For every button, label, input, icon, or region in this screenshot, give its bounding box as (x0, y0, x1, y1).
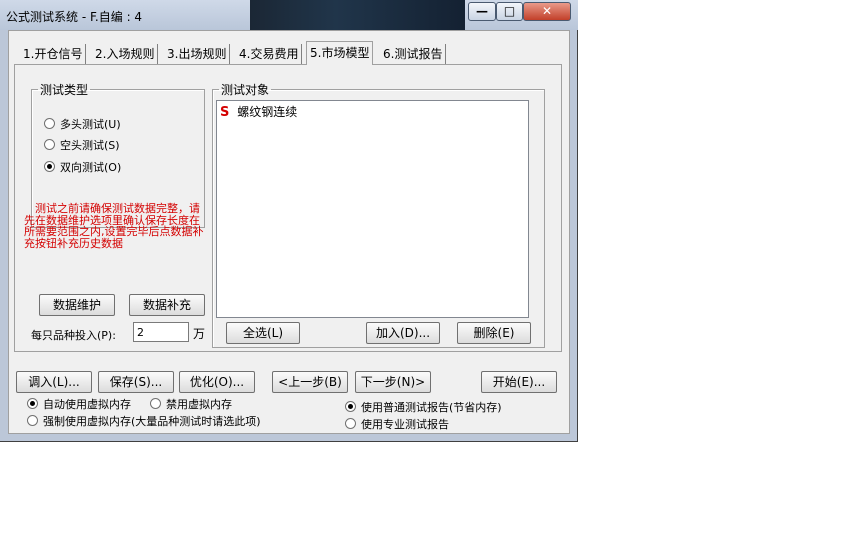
radio-both-test[interactable]: 双向测试(O) (44, 159, 121, 177)
radio-disable-virtual-memory-label: 禁用虚拟内存 (166, 398, 232, 411)
radio-pro-report-label: 使用专业测试报告 (361, 418, 449, 431)
radio-auto-virtual-memory-indicator[interactable] (27, 398, 38, 409)
radio-both-test-indicator[interactable] (44, 161, 55, 172)
list-item-name: 螺纹钢连续 (237, 105, 298, 119)
data-warning-text: 测试之前请确保测试数据完整，请先在数据维护选项里确认保存长度在所需要范围之内,设… (24, 202, 204, 250)
minimize-icon: — (476, 4, 488, 18)
test-type-legend: 测试类型 (40, 83, 89, 97)
radio-short-test[interactable]: 空头测试(S) (44, 137, 120, 155)
radio-normal-report-label: 使用普通测试报告(节省内存) (361, 401, 502, 414)
test-objects-legend: 测试对象 (221, 83, 270, 97)
radio-normal-report[interactable]: 使用普通测试报告(节省内存) (345, 399, 502, 417)
radio-disable-virtual-memory-indicator[interactable] (150, 398, 161, 409)
minimize-button[interactable]: — (468, 2, 496, 21)
investment-input[interactable] (133, 322, 189, 342)
radio-auto-virtual-memory-label: 自动使用虚拟内存 (43, 398, 131, 411)
test-objects-list[interactable]: S 螺纹钢连续 (216, 100, 529, 318)
select-all-button[interactable]: 全选(L) (226, 322, 300, 344)
tab-entry-rules[interactable]: 2.入场规则 (92, 44, 159, 64)
tab-exit-rules[interactable]: 3.出场规则 (164, 44, 231, 64)
background-strip (250, 0, 465, 30)
radio-force-virtual-memory-label: 强制使用虚拟内存(大量品种测试时请选此项) (43, 415, 261, 428)
window-title: 公式测试系统 - F.自编 : 4 (6, 10, 143, 24)
radio-disable-virtual-memory[interactable]: 禁用虚拟内存 (150, 396, 232, 414)
radio-auto-virtual-memory[interactable]: 自动使用虚拟内存 (27, 396, 131, 414)
investment-unit: 万 (193, 327, 206, 341)
delete-button[interactable]: 删除(E) (457, 322, 531, 344)
radio-both-test-label: 双向测试(O) (60, 161, 122, 174)
data-maintain-button[interactable]: 数据维护 (39, 294, 115, 316)
radio-long-test-indicator[interactable] (44, 118, 55, 129)
tab-entry-signal[interactable]: 1.开仓信号 (20, 44, 87, 64)
prev-step-button[interactable]: <上一步(B) (272, 371, 348, 393)
stock-type-mark: S (220, 105, 230, 120)
add-button[interactable]: 加入(D)... (366, 322, 440, 344)
radio-pro-report-indicator[interactable] (345, 418, 356, 429)
investment-label: 每只品种投入(P): (31, 329, 116, 342)
start-button[interactable]: 开始(E)... (481, 371, 557, 393)
radio-pro-report[interactable]: 使用专业测试报告 (345, 416, 449, 434)
title-bar[interactable]: 公式测试系统 - F.自编 : 4 — □ ✕ (0, 0, 578, 30)
load-button[interactable]: 调入(L)... (16, 371, 92, 393)
maximize-button[interactable]: □ (496, 2, 523, 21)
close-icon: ✕ (541, 4, 553, 18)
test-system-window: 公式测试系统 - F.自编 : 4 — □ ✕ 1.开仓信号 2.入场规则 3.… (0, 0, 578, 442)
radio-force-virtual-memory[interactable]: 强制使用虚拟内存(大量品种测试时请选此项) (27, 413, 261, 431)
radio-normal-report-indicator[interactable] (345, 401, 356, 412)
radio-short-test-label: 空头测试(S) (60, 139, 120, 152)
radio-long-test-label: 多头测试(U) (60, 118, 121, 131)
next-step-button[interactable]: 下一步(N)> (355, 371, 431, 393)
save-button[interactable]: 保存(S)... (98, 371, 174, 393)
radio-force-virtual-memory-indicator[interactable] (27, 415, 38, 426)
tab-market-model[interactable]: 5.市场模型 (306, 41, 374, 65)
close-button[interactable]: ✕ (523, 2, 571, 21)
list-item[interactable]: S 螺纹钢连续 (220, 103, 297, 120)
tab-test-report[interactable]: 6.测试报告 (380, 44, 447, 64)
tab-trading-fees[interactable]: 4.交易费用 (236, 44, 303, 64)
radio-short-test-indicator[interactable] (44, 139, 55, 150)
data-supplement-button[interactable]: 数据补充 (129, 294, 205, 316)
maximize-icon: □ (503, 4, 516, 18)
optimize-button[interactable]: 优化(O)... (179, 371, 255, 393)
radio-long-test[interactable]: 多头测试(U) (44, 116, 121, 134)
